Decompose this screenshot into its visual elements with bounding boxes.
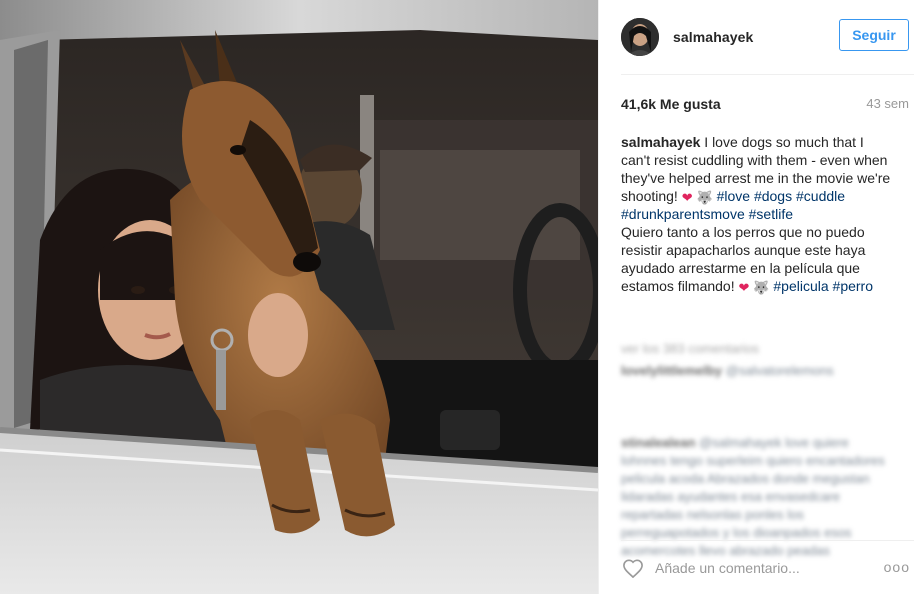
post-stats: 41,6k Me gusta 43 sem — [621, 96, 914, 114]
wolf-emoji-icon: 🐺 — [696, 190, 713, 205]
comment-item: lovelylittlemelby @salvatorelemons — [621, 362, 891, 380]
hashtag-drunkparentsmove[interactable]: #drunkparentsmove — [621, 206, 745, 222]
hashtag-cuddle[interactable]: #cuddle — [796, 188, 845, 204]
more-options-icon[interactable]: ooo — [884, 559, 910, 575]
follow-button[interactable]: Seguir — [839, 19, 909, 51]
post-author-username[interactable]: salmahayek — [673, 29, 753, 45]
heart-outline-icon[interactable] — [621, 556, 645, 580]
red-heart-emoji-icon: ❤ — [738, 280, 750, 295]
post-caption: salmahayek I love dogs so much that I ca… — [621, 133, 891, 295]
comment-username[interactable]: lovelylittlemelby — [621, 363, 722, 378]
post-header: salmahayek Seguir — [599, 0, 914, 74]
header-divider — [621, 74, 914, 75]
dog-and-woman-in-car-photo — [0, 0, 598, 594]
hashtag-perro[interactable]: #perro — [833, 278, 873, 294]
likes-count[interactable]: 41,6k Me gusta — [621, 96, 721, 112]
hashtag-dogs[interactable]: #dogs — [754, 188, 792, 204]
red-heart-emoji-icon: ❤ — [681, 190, 693, 205]
comment-text: @salvatorelemons — [725, 363, 834, 378]
post-side-panel: salmahayek Seguir 41,6k Me gusta 43 sem … — [598, 0, 914, 594]
hashtag-love[interactable]: #love — [717, 188, 750, 204]
hashtag-pelicula[interactable]: #pelicula — [773, 278, 828, 294]
avatar-icon[interactable] — [621, 18, 659, 56]
comment-footer: ooo — [621, 541, 914, 594]
comment-input[interactable] — [655, 559, 855, 576]
hashtag-setlife[interactable]: #setlife — [749, 206, 793, 222]
wolf-emoji-icon: 🐺 — [753, 280, 770, 295]
post-time[interactable]: 43 sem — [866, 96, 909, 111]
like-heart-svg — [623, 559, 643, 578]
post-photo[interactable] — [0, 0, 598, 594]
view-all-comments-link[interactable]: ver los 383 comentarios — [621, 340, 891, 358]
avatar-image — [621, 18, 659, 56]
comment-username[interactable]: stinalealean — [621, 435, 695, 450]
caption-username[interactable]: salmahayek — [621, 134, 700, 150]
